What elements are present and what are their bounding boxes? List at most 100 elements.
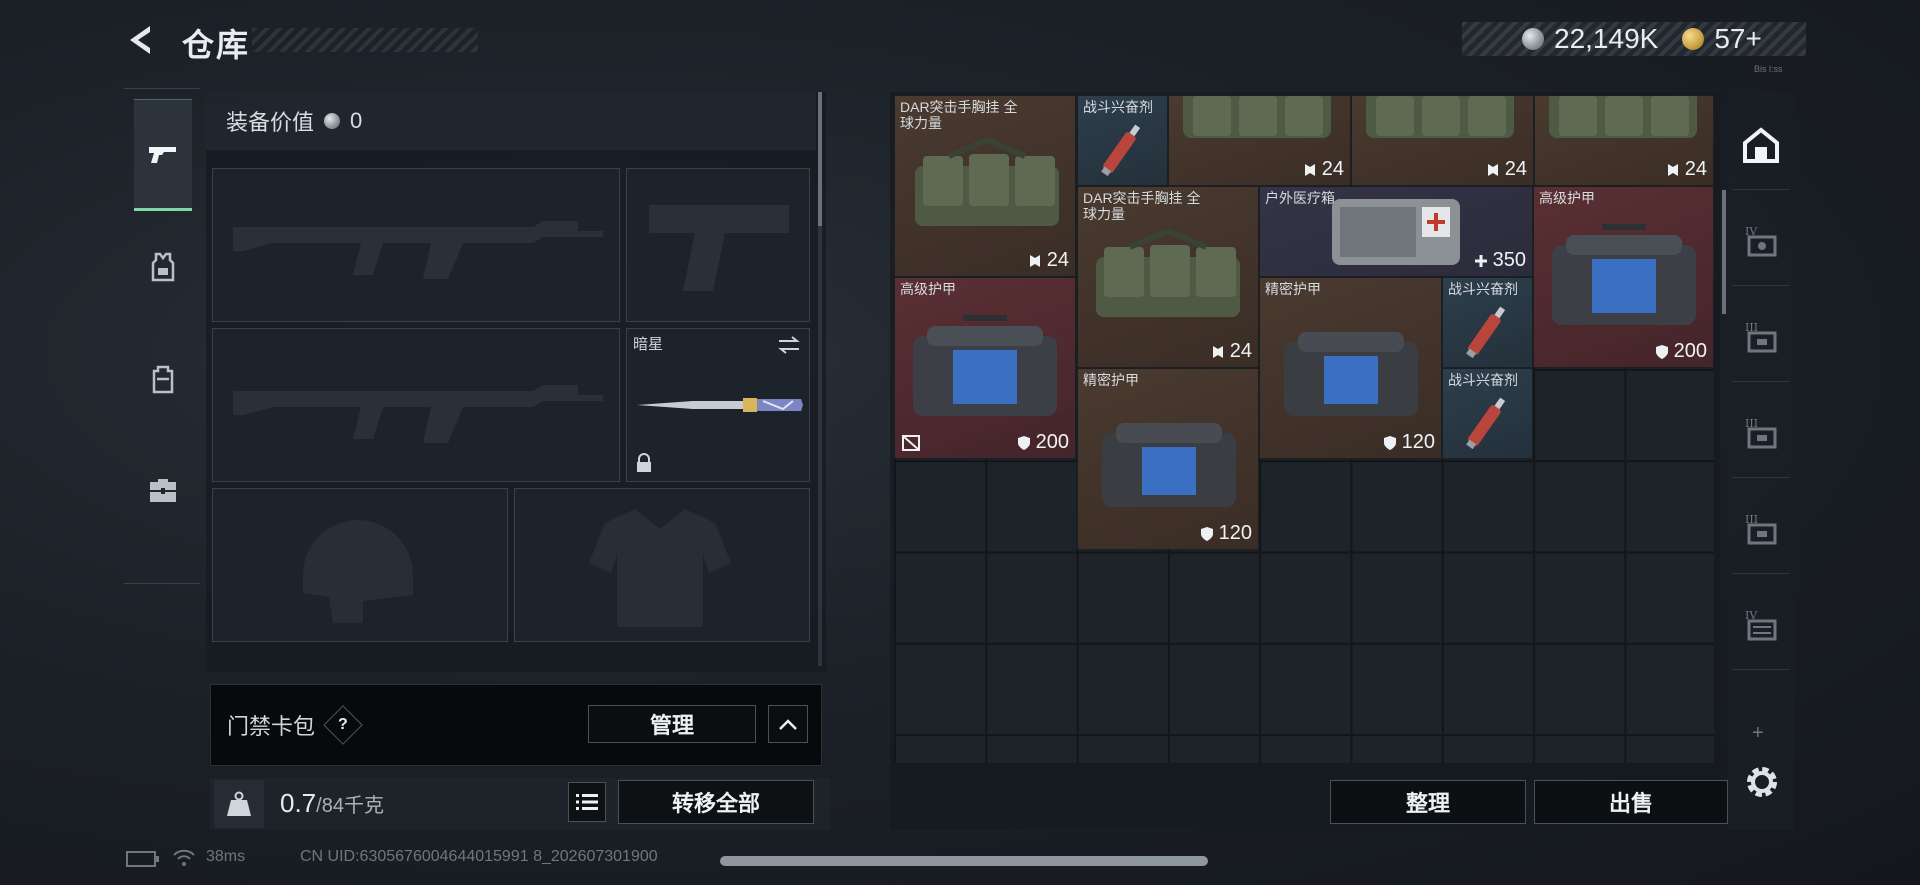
armor-icon (913, 315, 1057, 416)
currency-bar: 22,149K 57+ (1462, 22, 1806, 56)
shield-icon (1017, 435, 1030, 450)
nav-armor[interactable] (134, 211, 192, 323)
item-name: 精密护甲 (1083, 372, 1139, 388)
armor-vest-icon (151, 252, 175, 282)
pistol-silhouette-icon (649, 205, 789, 291)
capacity-icon (1487, 163, 1498, 176)
storage-item-chest-rig[interactable]: DAR突击手胸挂 全球力量 24 (894, 95, 1076, 277)
item-name: 战斗兴奋剂 (1448, 281, 1518, 297)
no-insurance-icon (902, 435, 920, 451)
page-title: 仓库 (182, 27, 251, 63)
chest-rig-icon (915, 136, 1059, 226)
capacity-icon (1029, 254, 1040, 267)
build-code: Bis l:ss (1754, 64, 1783, 74)
item-name: DAR突击手胸挂 全球力量 (1083, 190, 1201, 222)
item-value: 24 (1504, 158, 1527, 180)
item-value: 120 (1218, 522, 1252, 544)
body-armor-slot[interactable] (514, 488, 810, 642)
equipment-scrollbar[interactable] (818, 92, 822, 226)
collapse-button[interactable] (768, 705, 808, 743)
item-name: 高级护甲 (1539, 190, 1595, 206)
left-category-nav (124, 88, 200, 584)
item-capacity: 24 (1485, 158, 1527, 181)
knife-icon (637, 398, 803, 412)
item-name: 户外医疗箱 (1265, 190, 1335, 206)
storage-item-stimulant-3[interactable]: 战斗兴奋剂 (1442, 368, 1533, 459)
help-icon[interactable]: ? (323, 705, 363, 745)
storage-case-icon: III (1745, 417, 1777, 448)
medkit-icon (1332, 199, 1460, 265)
filter-tier-3-c[interactable]: III (1732, 484, 1790, 574)
battery-icon (126, 851, 159, 867)
equipment-value: 0 (350, 108, 363, 133)
gear-icon (1747, 767, 1777, 797)
storage-item-precision-armor[interactable]: 精密护甲 120 (1259, 277, 1442, 459)
storage-item-chest-rig-4[interactable]: 24 (1534, 95, 1714, 186)
filter-tier-4-a[interactable]: IV (1732, 196, 1790, 286)
chest-rig-icon (1549, 96, 1697, 138)
storage-item-chest-rig-2[interactable]: 24 (1168, 95, 1351, 186)
transfer-all-button[interactable]: 转移全部 (618, 780, 814, 824)
rifle-silhouette-icon (233, 385, 603, 443)
storage-item-chest-rig-3[interactable]: 24 (1351, 95, 1534, 186)
back-button[interactable] (124, 22, 160, 58)
item-durability: 200 (1016, 431, 1069, 454)
add-storage-button[interactable]: + (1752, 722, 1764, 745)
capacity-icon (1212, 345, 1223, 358)
vest-silhouette-icon (589, 509, 731, 627)
storage-item-chest-rig-5[interactable]: DAR突击手胸挂 全球力量 24 (1077, 186, 1259, 368)
storage-case-icon: IV (1745, 609, 1777, 640)
kg-weight-icon (227, 791, 251, 816)
syringe-icon (1101, 124, 1141, 177)
melee-slot[interactable]: 暗星 (626, 328, 810, 482)
item-value: 200 (1035, 431, 1069, 453)
home-indicator[interactable] (720, 856, 1208, 866)
secondary-weapon-slot[interactable] (626, 168, 810, 322)
chest-rig-icon (1183, 96, 1331, 138)
storage-item-stimulant-2[interactable]: 战斗兴奋剂 (1442, 277, 1533, 368)
gold-balance[interactable]: 57+ (1714, 23, 1762, 55)
nav-backpack[interactable] (134, 323, 192, 435)
storage-scrollbar[interactable] (1722, 190, 1726, 314)
storage-item-precision-armor-2[interactable]: 精密护甲 120 (1077, 368, 1259, 550)
sell-button[interactable]: 出售 (1534, 780, 1728, 824)
weight-current: 0.7 (280, 788, 317, 818)
storage-case-icon: IV (1745, 225, 1777, 256)
helmet-slot[interactable] (212, 488, 508, 642)
weight-readout: 0.7/84千克 (280, 788, 384, 819)
capacity-icon (1304, 163, 1315, 176)
item-value: 24 (1321, 158, 1344, 180)
nav-toolbox[interactable] (134, 435, 192, 547)
rifle-silhouette-icon (233, 221, 603, 279)
storage-item-stimulant[interactable]: 战斗兴奋剂 (1077, 95, 1168, 186)
settings-button[interactable] (1742, 762, 1782, 802)
filter-tier-3-a[interactable]: III (1732, 292, 1790, 382)
pistol-icon (149, 147, 176, 163)
capacity-icon (1667, 163, 1678, 176)
storage-item-advanced-armor[interactable]: 高级护甲 200 (1533, 186, 1714, 368)
storage-home-icon (1743, 126, 1779, 163)
primary-weapon-slot[interactable] (212, 168, 620, 322)
uid-readout: CN UID:6305676004644015991 8_20260730190… (300, 848, 658, 865)
filter-tier-3-b[interactable]: III (1732, 388, 1790, 478)
storage-item-medkit[interactable]: 户外医疗箱 350 (1259, 186, 1533, 277)
manage-button[interactable]: 管理 (588, 705, 756, 743)
list-icon (576, 794, 598, 810)
item-value: 120 (1401, 431, 1435, 453)
primary-weapon-slot-2[interactable] (212, 328, 620, 482)
toolbox-icon (150, 479, 176, 502)
swap-icon[interactable] (777, 335, 801, 355)
wifi-icon (173, 849, 195, 866)
lock-icon (637, 453, 651, 472)
list-view-button[interactable] (568, 782, 606, 822)
access-card-label: 门禁卡包 (227, 714, 316, 739)
filter-tier-4-b[interactable]: IV (1732, 580, 1790, 670)
shield-icon (1200, 526, 1213, 541)
backpack-icon (152, 365, 174, 394)
equipment-value-header: 装备价值 0 (206, 92, 816, 150)
sort-button[interactable]: 整理 (1330, 780, 1526, 824)
item-healing: 350 (1473, 249, 1526, 272)
nav-weapons[interactable] (134, 99, 192, 211)
filter-all-storage[interactable] (1732, 100, 1790, 190)
storage-item-advanced-armor-2[interactable]: 高级护甲 200 (894, 277, 1076, 459)
